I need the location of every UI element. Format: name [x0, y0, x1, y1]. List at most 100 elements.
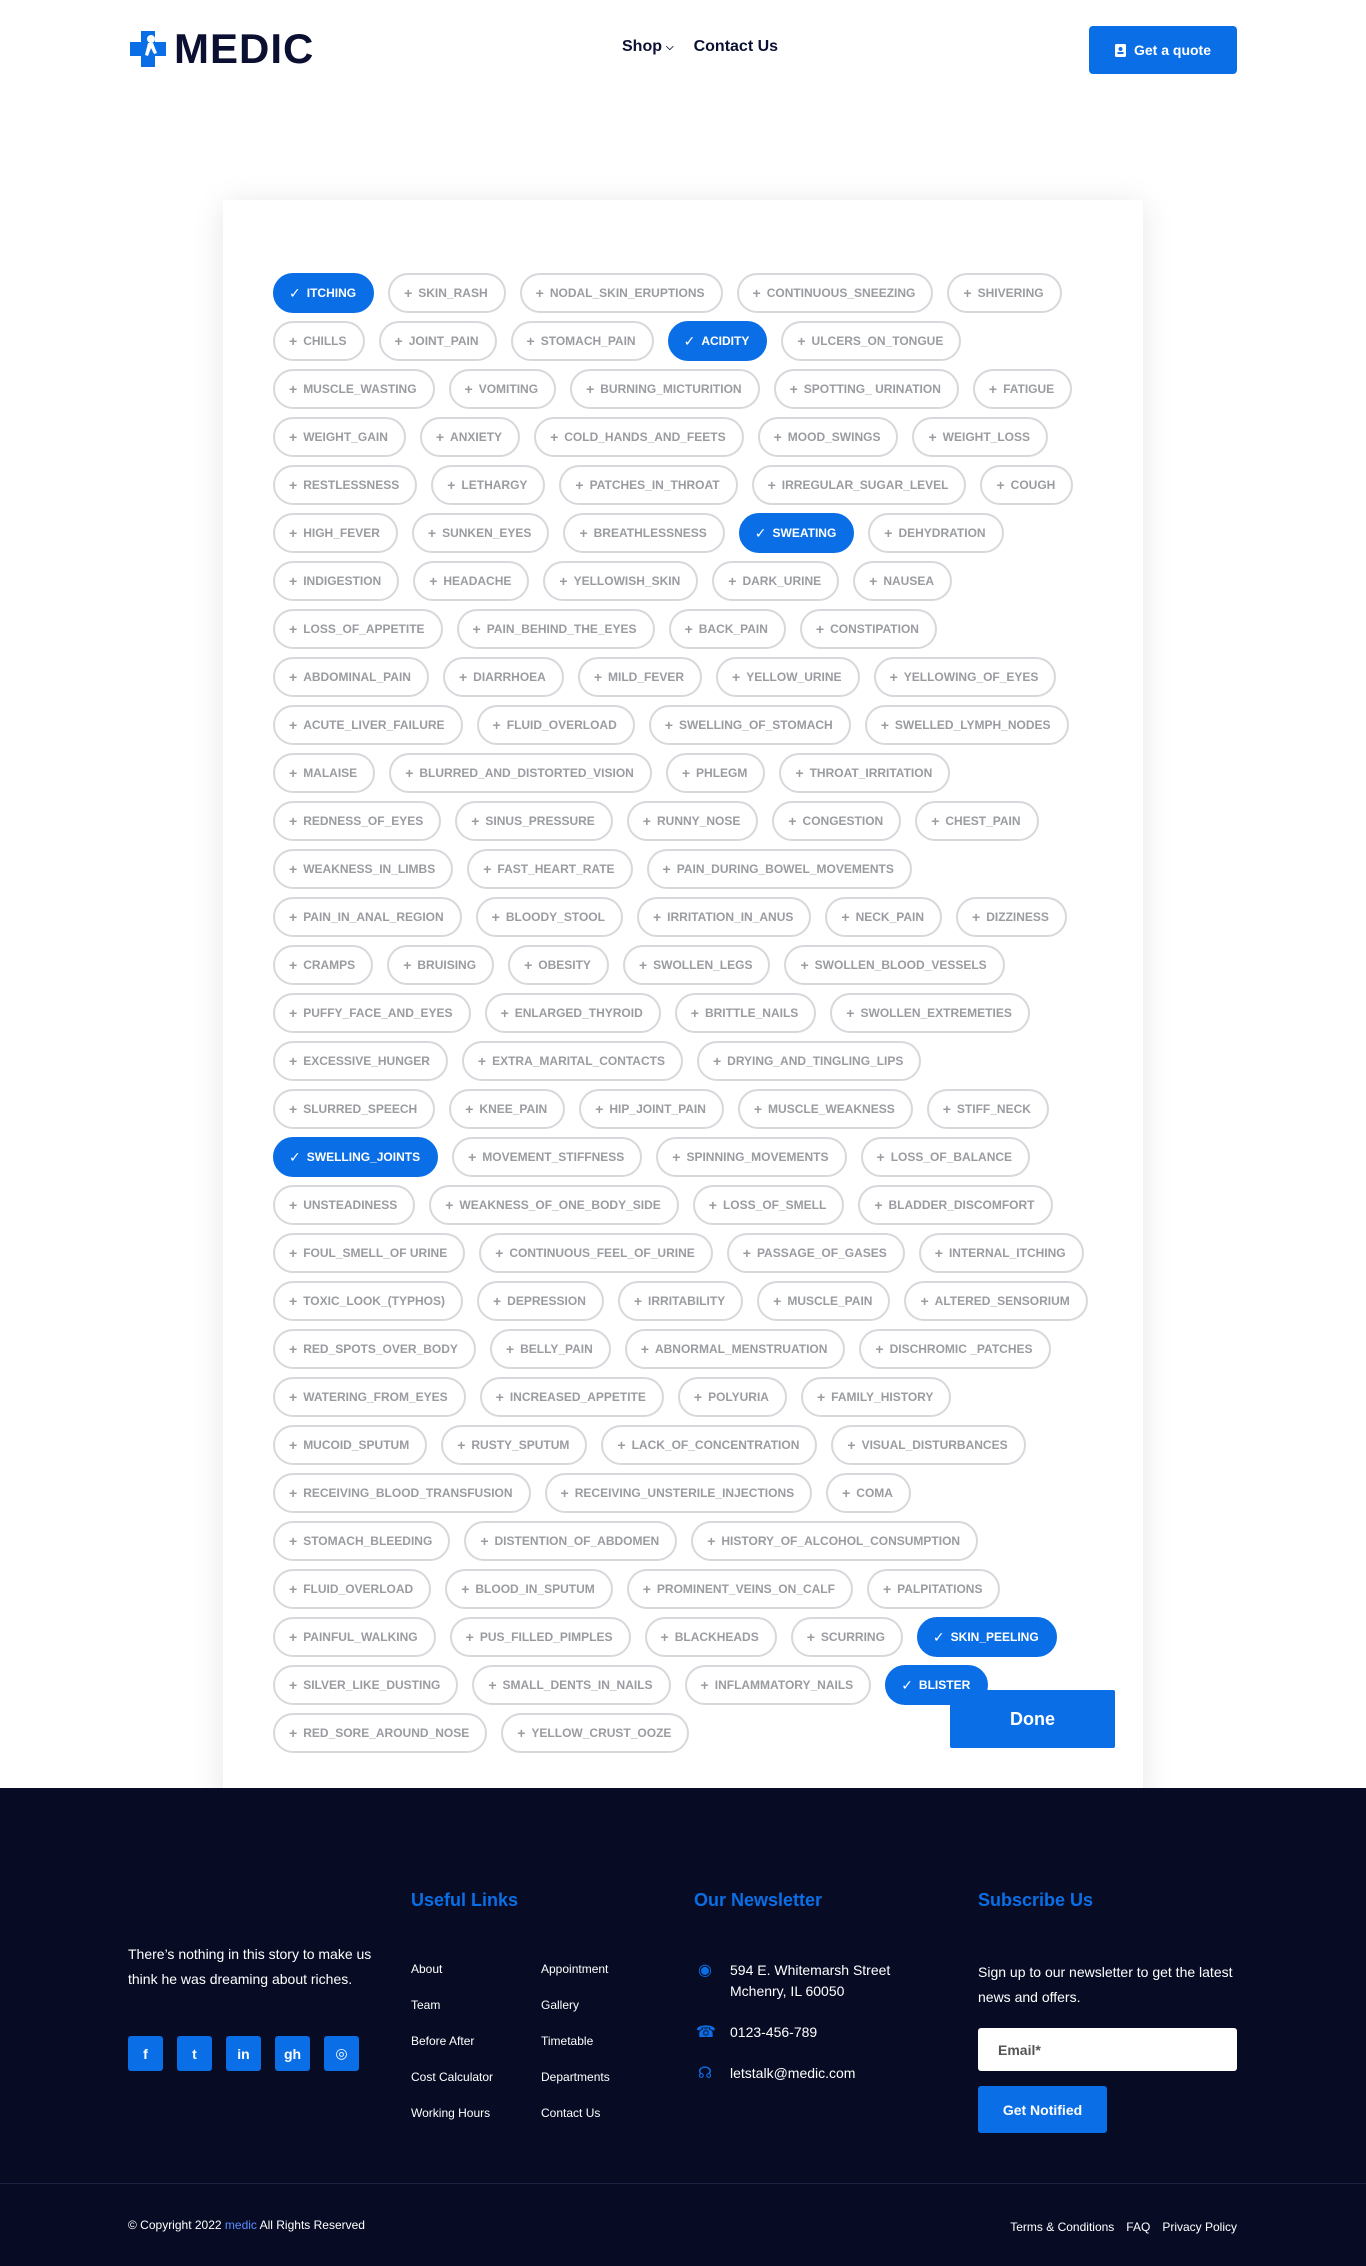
footer-link[interactable]: Contact Us: [541, 2106, 610, 2122]
symptom-chip[interactable]: + WEIGHT_GAIN: [273, 417, 406, 457]
symptom-chip[interactable]: + JOINT_PAIN: [378, 321, 497, 361]
symptom-chip[interactable]: + RESTLESSNESS: [273, 465, 418, 505]
legal-link[interactable]: Terms & Conditions: [1010, 2220, 1114, 2234]
symptom-chip[interactable]: + WEAKNESS_IN_LIMBS: [273, 849, 454, 889]
get-notified-button[interactable]: Get Notified: [978, 2086, 1107, 2133]
nav-shop[interactable]: Shop ⌵: [622, 38, 674, 56]
symptom-chip[interactable]: + BACK_PAIN: [668, 609, 786, 649]
symptom-chip[interactable]: + ANXIETY: [419, 417, 521, 457]
symptom-chip[interactable]: + BLURRED_AND_DISTORTED_VISION: [389, 753, 652, 793]
legal-link[interactable]: FAQ: [1126, 2220, 1150, 2234]
symptom-chip[interactable]: + MOOD_SWINGS: [757, 417, 899, 457]
symptom-chip[interactable]: + COMA: [826, 1473, 911, 1513]
symptom-chip[interactable]: + ULCERS_ON_TONGUE: [781, 321, 962, 361]
symptom-chip[interactable]: + OBESITY: [508, 945, 609, 985]
symptom-chip[interactable]: + TOXIC_LOOK_(TYPHOS): [273, 1281, 463, 1321]
symptom-chip[interactable]: + LETHARGY: [431, 465, 546, 505]
symptom-chip[interactable]: + SKIN_RASH: [388, 273, 506, 313]
symptom-chip[interactable]: ✓ SWELLING_JOINTS: [273, 1137, 439, 1177]
symptom-chip[interactable]: + INFLAMMATORY_NAILS: [684, 1665, 872, 1705]
symptom-chip[interactable]: + LOSS_OF_SMELL: [692, 1185, 845, 1225]
symptom-chip[interactable]: + BLOODY_STOOL: [475, 897, 623, 937]
symptom-chip[interactable]: + SWOLLEN_EXTREMETIES: [830, 993, 1030, 1033]
symptom-chip[interactable]: + DIZZINESS: [956, 897, 1067, 937]
footer-link[interactable]: Timetable: [541, 2034, 610, 2050]
symptom-chip[interactable]: + HIGH_FEVER: [273, 513, 398, 553]
symptom-chip[interactable]: + DISCHROMIC _PATCHES: [859, 1329, 1051, 1369]
symptom-chip[interactable]: + PAIN_BEHIND_THE_EYES: [456, 609, 655, 649]
footer-link[interactable]: Team: [411, 1998, 493, 2014]
footer-link[interactable]: Appointment: [541, 1962, 610, 1978]
symptom-chip[interactable]: + FLUID_OVERLOAD: [273, 1569, 432, 1609]
symptom-chip[interactable]: + BRUISING: [387, 945, 495, 985]
get-quote-button[interactable]: Get a quote: [1089, 26, 1237, 74]
symptom-chip[interactable]: + STIFF_NECK: [926, 1089, 1049, 1129]
symptom-chip[interactable]: + NECK_PAIN: [825, 897, 943, 937]
symptom-chip[interactable]: + DEHYDRATION: [868, 513, 1004, 553]
symptom-chip[interactable]: + SCURRING: [790, 1617, 903, 1657]
symptom-chip[interactable]: + NODAL_SKIN_ERUPTIONS: [519, 273, 723, 313]
symptom-chip[interactable]: + STOMACH_BLEEDING: [273, 1521, 451, 1561]
symptom-chip[interactable]: + PUS_FILLED_PIMPLES: [449, 1617, 631, 1657]
github-icon[interactable]: gh: [275, 2036, 310, 2071]
symptom-chip[interactable]: + MUSCLE_WEAKNESS: [737, 1089, 913, 1129]
symptom-chip[interactable]: + FAST_HEART_RATE: [467, 849, 633, 889]
symptom-chip[interactable]: + SWOLLEN_BLOOD_VESSELS: [784, 945, 1005, 985]
symptom-chip[interactable]: + FOUL_SMELL_OF URINE: [273, 1233, 466, 1273]
legal-link[interactable]: Privacy Policy: [1162, 2220, 1237, 2234]
symptom-chip[interactable]: + ACUTE_LIVER_FAILURE: [273, 705, 463, 745]
done-button[interactable]: Done: [950, 1690, 1115, 1748]
footer-link[interactable]: Cost Calculator: [411, 2070, 493, 2086]
symptom-chip[interactable]: + SLURRED_SPEECH: [273, 1089, 436, 1129]
linkedin-icon[interactable]: in: [226, 2036, 261, 2071]
symptom-chip[interactable]: + CHILLS: [273, 321, 365, 361]
copyright-brand-link[interactable]: medic: [225, 2218, 257, 2232]
symptom-chip[interactable]: + COLD_HANDS_AND_FEETS: [534, 417, 744, 457]
symptom-chip[interactable]: + WEIGHT_LOSS: [912, 417, 1048, 457]
symptom-chip[interactable]: + MUSCLE_WASTING: [273, 369, 435, 409]
symptom-chip[interactable]: + SINUS_PRESSURE: [455, 801, 613, 841]
symptom-chip[interactable]: + PALPITATIONS: [866, 1569, 1001, 1609]
symptom-chip[interactable]: ✓ SKIN_PEELING: [916, 1617, 1057, 1657]
symptom-chip[interactable]: + MOVEMENT_STIFFNESS: [452, 1137, 643, 1177]
symptom-chip[interactable]: + PAINFUL_WALKING: [273, 1617, 436, 1657]
symptom-chip[interactable]: + DISTENTION_OF_ABDOMEN: [464, 1521, 678, 1561]
facebook-icon[interactable]: f: [128, 2036, 163, 2071]
symptom-chip[interactable]: + RUSTY_SPUTUM: [441, 1425, 588, 1465]
symptom-chip[interactable]: + SUNKEN_EYES: [411, 513, 550, 553]
symptom-chip[interactable]: ✓ SWEATING: [738, 513, 855, 553]
contact-phone[interactable]: ☎ 0123-456-789: [696, 2022, 890, 2043]
symptom-chip[interactable]: + SWOLLEN_LEGS: [622, 945, 771, 985]
symptom-chip[interactable]: + SWELLING_OF_STOMACH: [648, 705, 851, 745]
symptom-chip[interactable]: + MUSCLE_PAIN: [757, 1281, 891, 1321]
symptom-chip[interactable]: + SWELLED_LYMPH_NODES: [864, 705, 1069, 745]
symptom-chip[interactable]: + PASSAGE_OF_GASES: [726, 1233, 905, 1273]
symptom-chip[interactable]: + LACK_OF_CONCENTRATION: [601, 1425, 818, 1465]
symptom-chip[interactable]: + RECEIVING_UNSTERILE_INJECTIONS: [544, 1473, 813, 1513]
symptom-chip[interactable]: + DEPRESSION: [476, 1281, 604, 1321]
symptom-chip[interactable]: + ABDOMINAL_PAIN: [273, 657, 429, 697]
twitter-icon[interactable]: t: [177, 2036, 212, 2071]
symptom-chip[interactable]: + PAIN_IN_ANAL_REGION: [273, 897, 462, 937]
symptom-chip[interactable]: + SHIVERING: [947, 273, 1062, 313]
symptom-chip[interactable]: + INCREASED_APPETITE: [479, 1377, 664, 1417]
footer-link[interactable]: About: [411, 1962, 493, 1978]
symptom-chip[interactable]: + SMALL_DENTS_IN_NAILS: [472, 1665, 671, 1705]
symptom-chip[interactable]: + INDIGESTION: [273, 561, 400, 601]
symptom-chip[interactable]: + BELLY_PAIN: [489, 1329, 611, 1369]
symptom-chip[interactable]: + WEAKNESS_OF_ONE_BODY_SIDE: [429, 1185, 679, 1225]
symptom-chip[interactable]: + PAIN_DURING_BOWEL_MOVEMENTS: [646, 849, 912, 889]
symptom-chip[interactable]: + PHLEGM: [665, 753, 766, 793]
symptom-chip[interactable]: + CHEST_PAIN: [915, 801, 1039, 841]
symptom-chip[interactable]: + MALAISE: [273, 753, 376, 793]
symptom-chip[interactable]: + NAUSEA: [853, 561, 953, 601]
symptom-chip[interactable]: + KNEE_PAIN: [449, 1089, 566, 1129]
symptom-chip[interactable]: ✓ ACIDITY: [667, 321, 768, 361]
footer-link[interactable]: Gallery: [541, 1998, 610, 2014]
nav-contact[interactable]: Contact Us: [694, 38, 778, 56]
symptom-chip[interactable]: + IRRITATION_IN_ANUS: [636, 897, 812, 937]
symptom-chip[interactable]: + MILD_FEVER: [577, 657, 703, 697]
symptom-chip[interactable]: + DARK_URINE: [712, 561, 840, 601]
symptom-chip[interactable]: + FLUID_OVERLOAD: [476, 705, 635, 745]
symptom-chip[interactable]: + CRAMPS: [273, 945, 374, 985]
